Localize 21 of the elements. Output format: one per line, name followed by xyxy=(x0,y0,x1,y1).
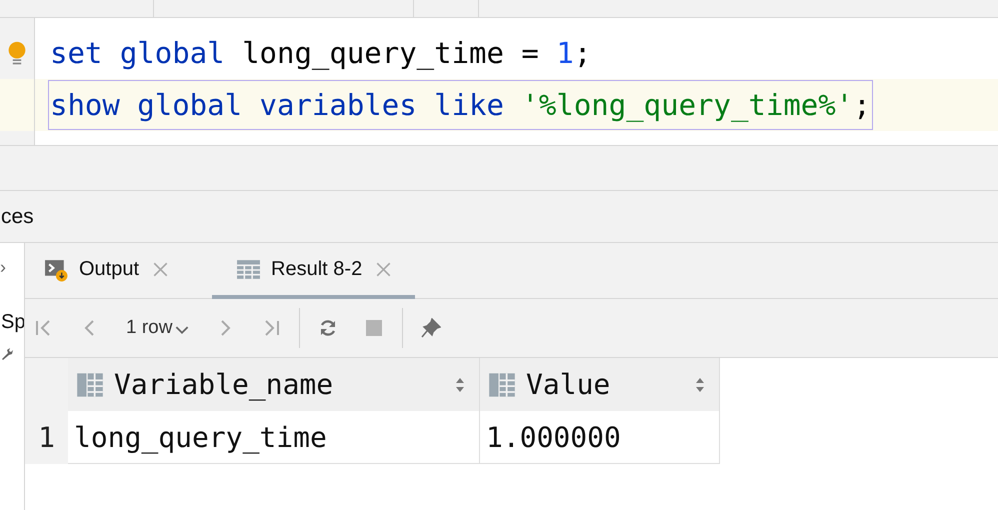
close-icon[interactable] xyxy=(153,262,168,276)
row-number: 1 xyxy=(25,411,68,464)
code-line: set global long_query_time = 1; xyxy=(49,35,592,72)
column-header[interactable]: Variable_name xyxy=(68,358,480,411)
panel-title: ces xyxy=(1,204,34,228)
wrench-icon[interactable] xyxy=(0,347,14,361)
pin-icon[interactable] xyxy=(421,318,442,338)
table-cell: long_query_time xyxy=(68,411,480,464)
sort-icon[interactable] xyxy=(455,376,465,392)
caret-icon xyxy=(175,326,190,334)
column-icon xyxy=(488,370,516,398)
table-cell: 1.000000 xyxy=(480,411,720,464)
result-tab[interactable]: Output xyxy=(44,243,192,299)
expand-arrow[interactable]: › xyxy=(0,257,6,278)
close-icon[interactable] xyxy=(376,262,392,276)
column-header[interactable]: Value xyxy=(480,358,720,411)
stop-icon[interactable] xyxy=(364,318,384,338)
row-count-dropdown[interactable]: 1 row xyxy=(126,317,190,339)
sort-icon[interactable] xyxy=(695,376,705,392)
column-icon xyxy=(76,370,104,398)
lightbulb-icon[interactable] xyxy=(7,40,27,66)
